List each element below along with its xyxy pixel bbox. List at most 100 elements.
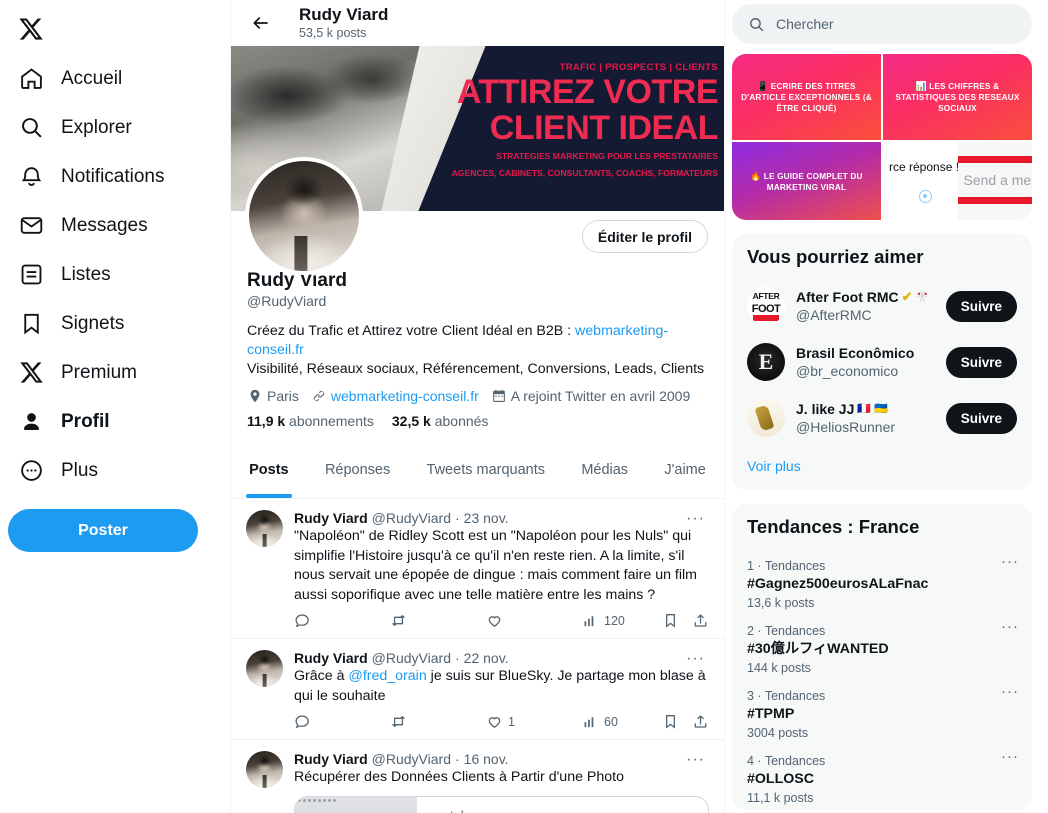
search-bar[interactable] (732, 4, 1032, 44)
avatar-image (249, 161, 359, 271)
trend-more-icon[interactable]: ··· (1001, 619, 1019, 634)
sidebar-item-premium[interactable]: Premium (8, 348, 151, 397)
promo-fragment-text: rce réponse ! (889, 160, 960, 174)
sidebar-item-explorer[interactable]: Explorer (8, 103, 146, 152)
trend-more-icon[interactable]: ··· (1001, 554, 1019, 569)
followers-stat[interactable]: 32,5 k abonnés (392, 413, 489, 429)
sidebar-item-messages[interactable]: Messages (8, 201, 162, 250)
tweet-mention-link[interactable]: @fred_orain (348, 668, 426, 684)
tweet-author-handle: @RudyViard (371, 650, 451, 666)
edit-profile-button[interactable]: Éditer le profil (581, 220, 708, 253)
trend-post-count: 11,1 k posts (747, 791, 814, 805)
views-button[interactable]: 60 (582, 713, 643, 730)
website-link[interactable]: webmarketing-conseil.fr (331, 388, 479, 404)
list-item[interactable]: Brasil Econômico @br_economico Suivre (732, 334, 1032, 390)
tab-jaime[interactable]: J'aime (646, 447, 724, 498)
list-item[interactable]: 3 · Tendances #TPMP 3004 posts ··· (732, 678, 1032, 743)
list-item[interactable]: 4 · Tendances #OLLOSC 11,1 k posts ··· (732, 743, 1032, 808)
account-info: After Foot RMC ✔ 🎌 @AfterRMC (796, 288, 935, 324)
promo-card-2[interactable]: 📊 LES CHIFFRES & STATISTIQUES DES RESEAUX… (883, 54, 1032, 140)
tweet-text: "Napoléon" de Ridley Scott est un "Napol… (294, 528, 701, 603)
bookmark-icon (666, 614, 675, 628)
promo-image-grid[interactable]: 📱 ECRIRE DES TITRES D'ARTICLE EXCEPTIONNE… (732, 54, 1032, 220)
promo-card-1[interactable]: 📱 ECRIRE DES TITRES D'ARTICLE EXCEPTIONNE… (732, 54, 881, 140)
reply-icon (295, 614, 309, 628)
list-item[interactable]: After Foot RMC ✔ 🎌 @AfterRMC Suivre (732, 278, 1032, 334)
sidebar-item-plus[interactable]: Plus (8, 446, 112, 495)
avatar[interactable] (246, 510, 283, 547)
tweet-author-name[interactable]: Rudy Viard (294, 510, 368, 526)
avatar[interactable] (747, 399, 785, 437)
table-row[interactable]: Rudy Viard @RudyViard · 22 nov. ··· Grâc… (231, 639, 724, 740)
avatar[interactable] (747, 343, 785, 381)
promo-card-4-right: Send a mess (957, 142, 1032, 220)
tweet-separator: · (454, 510, 460, 526)
follow-button[interactable]: Suivre (945, 402, 1017, 434)
sidebar-item-accueil[interactable]: Accueil (8, 54, 136, 103)
share-button[interactable] (679, 612, 709, 629)
sidebar-item-label: Premium (61, 361, 138, 383)
like-button[interactable]: 1 (486, 713, 582, 730)
tab-reponses[interactable]: Réponses (307, 447, 409, 498)
tweet-author-name[interactable]: Rudy Viard (294, 650, 368, 666)
tweet-header: Rudy Viard @RudyViard · 23 nov. ··· (294, 510, 709, 527)
share-button[interactable] (679, 713, 709, 730)
following-stat[interactable]: 11,9 k abonnements (247, 413, 374, 429)
joined-label: A rejoint Twitter en avril 2009 (510, 388, 691, 404)
like-button[interactable] (486, 612, 582, 629)
show-more-link[interactable]: Voir plus (732, 446, 1032, 488)
follow-button[interactable]: Suivre (945, 290, 1017, 322)
tweet-more-icon[interactable]: ··· (682, 752, 709, 768)
tweet-author-name[interactable]: Rudy Viard (294, 751, 368, 767)
post-button[interactable]: Poster (8, 509, 198, 552)
search-input[interactable] (776, 16, 1016, 32)
tweet-more-icon[interactable]: ··· (682, 511, 709, 527)
avatar[interactable] (246, 751, 283, 788)
list-item[interactable]: J. like JJ 🇫🇷 🇺🇦 @HeliosRunner Suivre (732, 390, 1032, 446)
bookmark-button[interactable] (643, 713, 679, 730)
promo-card-2-text: 📊 LES CHIFFRES & STATISTIQUES DES RESEAUX… (889, 81, 1026, 114)
account-info: J. like JJ 🇫🇷 🇺🇦 @HeliosRunner (796, 400, 935, 436)
red-bar-bottom (957, 197, 1032, 204)
tweet-author-handle: @RudyViard (371, 510, 451, 526)
back-button[interactable] (245, 7, 277, 39)
bookmark-button[interactable] (643, 612, 679, 629)
repost-button[interactable] (390, 713, 486, 730)
list-item[interactable]: 2 · Tendances #30億ルフィWANTED 144 k posts … (732, 613, 1032, 678)
tweet-body: Rudy Viard @RudyViard · 23 nov. ··· "Nap… (294, 510, 709, 636)
table-row[interactable]: Rudy Viard @RudyViard · 16 nov. ··· Récu… (231, 740, 724, 813)
promo-card-3[interactable]: 🔥 LE GUIDE COMPLET DU MARKETING VIRAL (732, 142, 881, 220)
banner-kicker: TRAFIC | PROSPECTS | CLIENTS (559, 62, 718, 73)
list-item[interactable]: 1 · Tendances #Gagnez500eurosALaFnac 13,… (732, 548, 1032, 613)
avatar[interactable] (245, 157, 363, 275)
follow-button[interactable]: Suivre (945, 346, 1017, 378)
tab-medias[interactable]: Médias (563, 447, 646, 498)
search-section (732, 0, 1032, 44)
repost-button[interactable] (390, 612, 486, 629)
trend-post-count: 144 k posts (747, 661, 811, 675)
sidebar-item-notifications[interactable]: Notifications (8, 152, 179, 201)
tweet-date[interactable]: 16 nov. (464, 751, 509, 767)
sidebar-item-signets[interactable]: Signets (8, 299, 138, 348)
views-button[interactable]: 120 (582, 612, 643, 629)
tweet-more-icon[interactable]: ··· (682, 651, 709, 667)
avatar[interactable] (747, 287, 785, 325)
sidebar-item-listes[interactable]: Listes (8, 250, 125, 299)
reply-button[interactable] (294, 612, 390, 629)
tab-posts[interactable]: Posts (231, 447, 307, 498)
tweet-date[interactable]: 22 nov. (464, 650, 509, 666)
avatar[interactable] (246, 650, 283, 687)
trend-more-icon[interactable]: ··· (1001, 749, 1019, 764)
location-pin-icon (919, 190, 932, 203)
link-preview-card[interactable]: youtube.com Récupérer des Données Client… (294, 795, 709, 813)
table-row[interactable]: Rudy Viard @RudyViard · 23 nov. ··· "Nap… (231, 499, 724, 639)
sidebar-item-profil[interactable]: Profil (8, 397, 124, 446)
profile-bio: Créez du Trafic et Attirez votre Client … (247, 322, 708, 379)
tab-tweets-marquants[interactable]: Tweets marquants (408, 447, 563, 498)
promo-card-4[interactable]: rce réponse ! Send a mess (883, 142, 1032, 220)
reply-button[interactable] (294, 713, 390, 730)
profile-joined: A rejoint Twitter en avril 2009 (491, 388, 691, 404)
trend-more-icon[interactable]: ··· (1001, 684, 1019, 699)
x-logo[interactable] (8, 4, 230, 54)
tweet-date[interactable]: 23 nov. (464, 510, 509, 526)
